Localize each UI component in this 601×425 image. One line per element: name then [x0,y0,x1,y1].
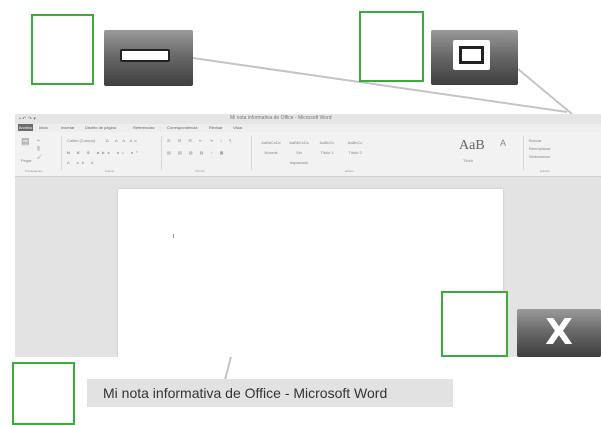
group-clipboard: Portapapeles [25,169,43,173]
tab-references[interactable]: Referencias [133,124,154,132]
text-effects-icons[interactable]: A ab A [67,160,97,165]
highlight-box-close [441,291,508,357]
tab-home[interactable]: Inicio [39,124,48,132]
minimize-icon [120,49,170,62]
replace-button[interactable]: Reemplazar [529,146,551,151]
alignment-buttons[interactable]: ▤ ▤ ▤ ▤ ↕ ▦ [167,150,226,155]
ribbon-separator [523,136,524,170]
highlight-box-maximize [359,11,424,82]
paste-button[interactable]: Pegar [21,158,32,163]
tab-mailings[interactable]: Correspondencia [167,124,197,132]
text-cursor [173,234,174,238]
highlight-box-title [12,362,75,425]
group-styles: Estilos [345,169,354,173]
style-heading-2[interactable]: AaBbCc Título 2 [343,138,367,160]
group-editing: Edición [540,169,550,173]
style-no-spacing[interactable]: AaBbCcDc Sin espaciado [287,138,311,165]
find-button[interactable]: Buscar [529,138,541,143]
maximize-button-zoom[interactable] [431,30,518,85]
font-grow-shrink-icon[interactable]: A A Aa [115,138,139,143]
ribbon-tabs: Inicio Insertar Diseño de página Referen… [15,124,601,132]
highlight-box-minimize [31,14,94,85]
paste-icon[interactable]: ▤ [21,136,30,147]
group-font: Fuente [105,169,115,173]
quick-access-toolbar: ▪ ↶ ↷ ▾ [19,116,36,122]
title-caption-text: Mi nota informativa de Office - Microsof… [103,385,388,401]
minimize-button-zoom[interactable] [104,30,193,86]
document-area [15,177,601,357]
maximize-icon [453,40,490,70]
tab-view[interactable]: Vista [233,124,242,132]
bold-italic-underline-icons[interactable]: N K S abc x₂ x² [67,150,140,155]
format-painter-icon[interactable]: 🖌 [37,154,42,159]
ribbon-separator [61,136,62,170]
list-buttons[interactable]: ☰ ☰ ☰ ⇤ ⇥ ↕ ¶ [167,138,234,143]
title-caption-zoom: Mi nota informativa de Office - Microsof… [87,379,453,407]
style-normal[interactable]: AaBbCcDc Normal [259,138,283,160]
ribbon: ▤ Pegar ✂ ⎘ 🖌 Calibri (Cuerpo) 11 A A Aa… [15,132,601,177]
font-name-select[interactable]: Calibri (Cuerpo) [67,138,95,143]
style-title-label: Título [463,158,474,163]
word-window-screenshot: ▪ ↶ ↷ ▾ Mi nota informativa de Office - … [15,114,601,357]
change-styles-icon[interactable]: A [500,138,506,148]
tab-review[interactable]: Revisar [209,124,223,132]
style-heading-1[interactable]: AaBbCc Título 1 [315,138,339,160]
title-bar: ▪ ↶ ↷ ▾ Mi nota informativa de Office - … [15,114,601,124]
group-paragraph: Párrafo [195,169,205,173]
close-button-zoom[interactable]: X [517,309,601,357]
tab-page-layout[interactable]: Diseño de página [85,124,116,132]
tab-insert[interactable]: Insertar [61,124,75,132]
ribbon-separator [161,136,162,170]
cut-icon[interactable]: ✂ [37,138,40,143]
select-button[interactable]: Seleccionar [529,154,550,159]
close-icon: X [545,312,573,353]
copy-icon[interactable]: ⎘ [37,146,40,151]
style-title[interactable]: AaB [459,138,485,154]
ribbon-separator [251,136,252,170]
callout-line-maximize [517,68,573,115]
window-title: Mi nota informativa de Office - Microsof… [230,115,332,121]
font-size-select[interactable]: 11 [105,138,109,143]
